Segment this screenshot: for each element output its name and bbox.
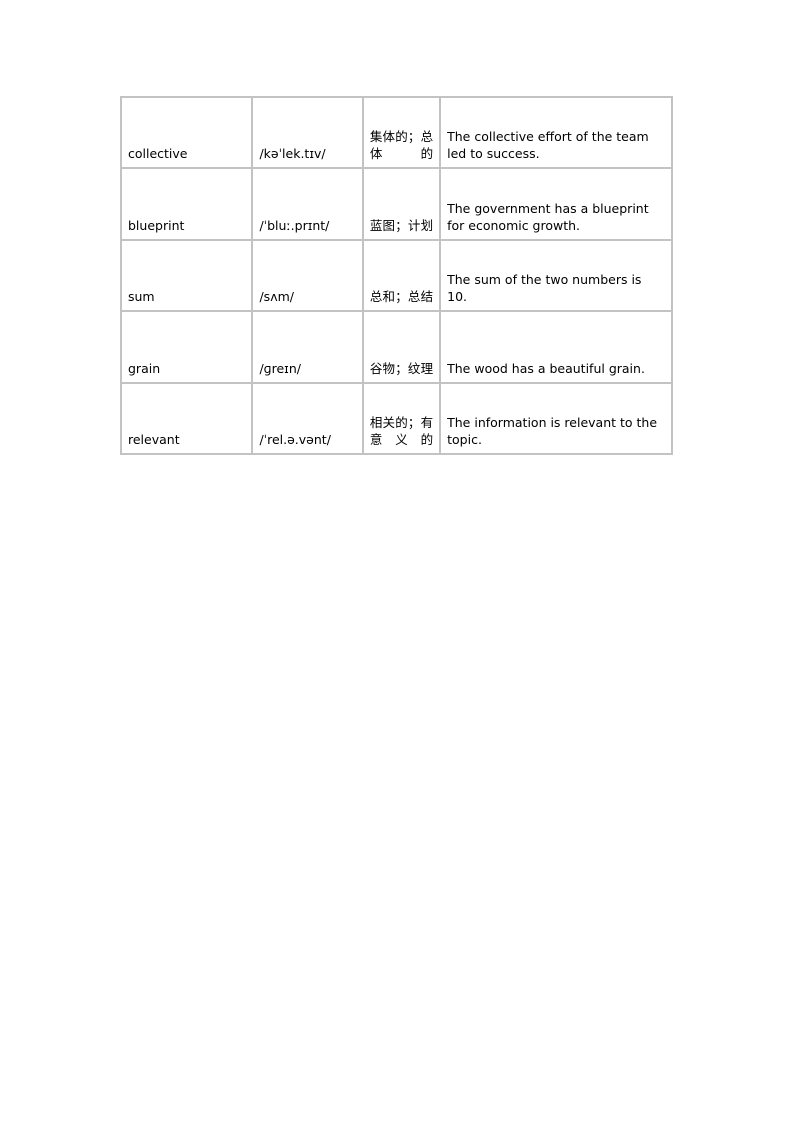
meaning-cn-text: 集体的；总体的 [369,129,434,161]
meaning-cn-cell: 相关的；有意义的 [362,383,441,454]
document-page: collective /kəˈlek.tɪv/ 集体的；总体的 The coll… [0,0,794,1123]
word-cell: sum [121,240,253,311]
table-row: sum /sʌm/ 总和；总结 The sum of the two numbe… [121,240,672,311]
meaning-cn-cell: 谷物；纹理 [362,311,441,383]
example-cell: The collective effort of the team led to… [440,97,672,168]
word-cell: grain [121,311,253,383]
phonetic-cell: /sʌm/ [252,240,363,311]
table-row: grain /ɡreɪn/ 谷物；纹理 The wood has a beaut… [121,311,672,383]
table-row: relevant /ˈrel.ə.vənt/ 相关的；有意义的 The info… [121,383,672,454]
meaning-cn-cell: 蓝图；计划 [362,168,441,240]
meaning-cn-cell: 集体的；总体的 [362,97,441,168]
meaning-cn-text: 相关的；有意义的 [369,415,434,447]
phonetic-cell: /ˈrel.ə.vənt/ [252,383,363,454]
example-cell: The information is relevant to the topic… [440,383,672,454]
example-cell: The wood has a beautiful grain. [440,311,672,383]
word-cell: collective [121,97,253,168]
word-cell: blueprint [121,168,253,240]
phonetic-cell: /ˈbluː.prɪnt/ [252,168,363,240]
vocabulary-table: collective /kəˈlek.tɪv/ 集体的；总体的 The coll… [120,96,673,455]
example-cell: The sum of the two numbers is 10. [440,240,672,311]
table-row: blueprint /ˈbluː.prɪnt/ 蓝图；计划 The govern… [121,168,672,240]
vocabulary-table-container: collective /kəˈlek.tɪv/ 集体的；总体的 The coll… [120,96,673,455]
meaning-cn-cell: 总和；总结 [362,240,441,311]
word-cell: relevant [121,383,253,454]
vocabulary-table-body: collective /kəˈlek.tɪv/ 集体的；总体的 The coll… [121,97,672,454]
meaning-cn-text: 总和；总结 [369,289,434,304]
meaning-cn-text: 谷物；纹理 [369,361,434,376]
table-row: collective /kəˈlek.tɪv/ 集体的；总体的 The coll… [121,97,672,168]
meaning-cn-text: 蓝图；计划 [369,218,434,233]
phonetic-cell: /kəˈlek.tɪv/ [252,97,363,168]
example-cell: The government has a blueprint for econo… [440,168,672,240]
phonetic-cell: /ɡreɪn/ [252,311,363,383]
